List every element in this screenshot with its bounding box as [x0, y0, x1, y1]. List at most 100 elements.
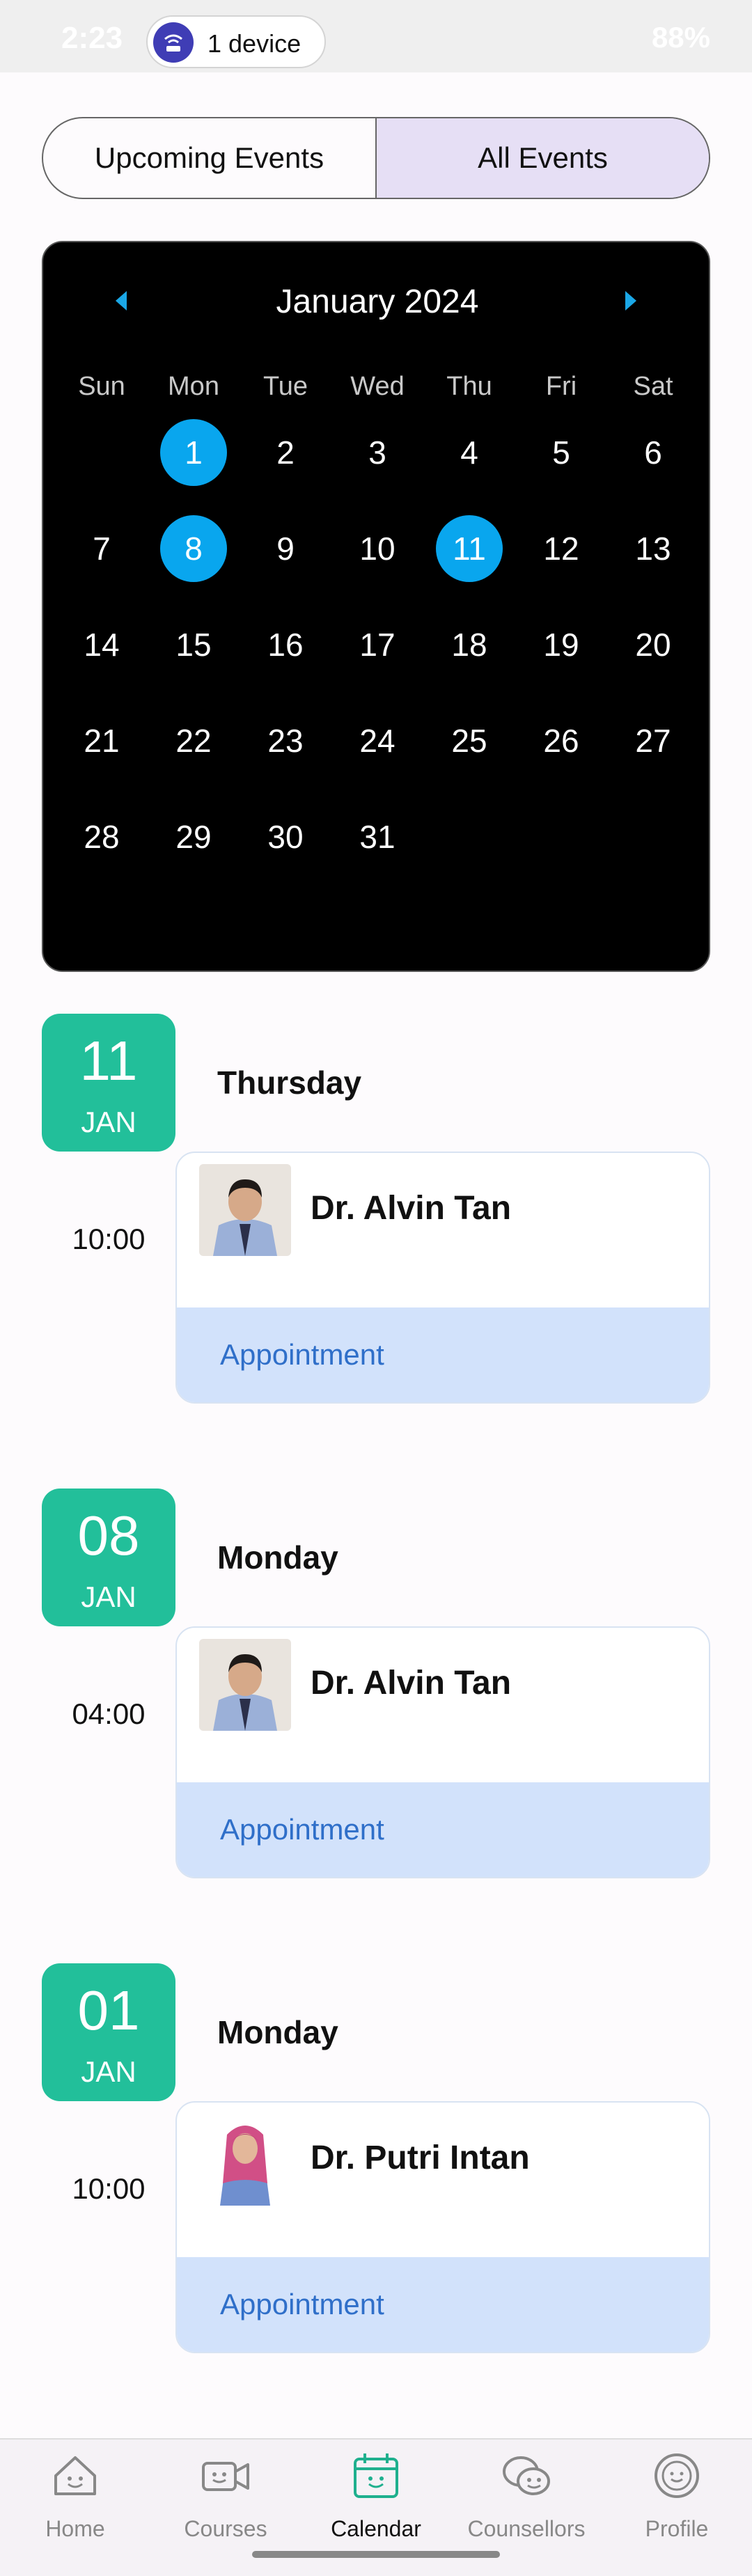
calendar-day-number: 3 [368, 434, 386, 471]
event-day-number: 11 [79, 1030, 138, 1092]
status-bar: 2:23 1 device 88% [0, 0, 752, 72]
weekday-label: Sat [633, 372, 673, 401]
calendar-day[interactable]: 9 [240, 515, 331, 611]
upcoming-events-tab[interactable]: Upcoming Events [43, 118, 375, 198]
calendar-day[interactable]: 30 [240, 803, 331, 900]
event-weekday: Thursday [217, 1065, 362, 1101]
next-month-icon[interactable] [625, 291, 636, 311]
nav-home[interactable]: Home [0, 2440, 150, 2551]
appointment-card[interactable]: Dr. Putri Intan Appointment [175, 2101, 710, 2353]
event-date-badge: 11 JAN [42, 1014, 175, 1152]
calendar-day[interactable]: 6 [607, 419, 699, 515]
calendar-day[interactable]: 13 [607, 515, 699, 611]
nav-profile[interactable]: Profile [602, 2440, 752, 2551]
nav-counsellors[interactable]: Counsellors [451, 2440, 602, 2551]
calendar-day[interactable]: 22 [148, 707, 240, 803]
calendar-day-number: 27 [635, 723, 671, 759]
calendar-day-number: 17 [359, 627, 395, 663]
calendar-day[interactable]: 11 [423, 515, 515, 611]
calendar-day-number: 14 [84, 627, 120, 663]
home-indicator[interactable] [252, 2551, 500, 2558]
appointment-type-bar: Appointment [177, 1307, 709, 1402]
status-time: 2:23 [61, 21, 123, 55]
calendar-day-number: 2 [276, 434, 295, 471]
calendar-day[interactable]: 14 [56, 611, 148, 707]
calendar-day-number: 23 [267, 723, 304, 759]
calendar-day[interactable]: 12 [515, 515, 607, 611]
event-date-badge: 01 JAN [42, 1963, 175, 2101]
doctor-name: Dr. Alvin Tan [311, 1665, 512, 1702]
profile-face-icon [652, 2451, 702, 2501]
calendar-day-number: 31 [359, 819, 395, 855]
weekday-header: Sun Mon Tue Wed Thu Fri Sat [43, 372, 712, 402]
calendar-day[interactable]: 31 [331, 803, 423, 900]
calendar-day-number: 22 [175, 723, 212, 759]
event-time: 04:00 [72, 1697, 146, 1730]
calendar-day[interactable]: 10 [331, 515, 423, 611]
calendar-day[interactable]: 3 [331, 419, 423, 515]
calendar-day[interactable]: 26 [515, 707, 607, 803]
calendar-day-number: 24 [359, 723, 395, 759]
calendar-day[interactable]: 16 [240, 611, 331, 707]
appointment-card[interactable]: Dr. Alvin Tan Appointment [175, 1626, 710, 1878]
calendar-day-number: 9 [276, 531, 295, 567]
calendar-day-number: 8 [160, 515, 227, 582]
calendar-day[interactable]: 4 [423, 419, 515, 515]
appointment-type-bar: Appointment [177, 2257, 709, 2352]
event-month: JAN [81, 1580, 136, 1613]
weekday-label: Mon [168, 372, 219, 401]
nav-courses[interactable]: Courses [150, 2440, 301, 2551]
calendar-day-number: 29 [175, 819, 212, 855]
calendar-day[interactable]: 25 [423, 707, 515, 803]
doctor-avatar [199, 1639, 291, 1731]
calendar-day[interactable]: 17 [331, 611, 423, 707]
weekday-label: Wed [350, 372, 405, 401]
calendar-day-number: 12 [543, 531, 579, 567]
calendar-day[interactable]: 23 [240, 707, 331, 803]
calendar-day[interactable]: 19 [515, 611, 607, 707]
calendar-day-number: 25 [451, 723, 487, 759]
weekday-label: Thu [446, 372, 492, 401]
appointment-type-label: Appointment [220, 1338, 384, 1371]
calendar-blank-cell [56, 419, 148, 515]
event-item: 08 JAN Monday 04:00 Dr. Alvin Tan Appoin… [0, 1489, 752, 1934]
calendar-day[interactable]: 2 [240, 419, 331, 515]
events-filter-toggle: Upcoming Events All Events [42, 117, 710, 199]
calendar-day-grid: 1 2 3 4 5 6 7 8 9 10 11 12 13 14 15 16 17 18 19 20 21 22 23 24 2… [56, 419, 699, 900]
all-events-tab[interactable]: All Events [375, 118, 709, 198]
event-month: JAN [81, 1106, 136, 1138]
appointment-card[interactable]: Dr. Alvin Tan Appointment [175, 1152, 710, 1404]
calendar-day[interactable]: 24 [331, 707, 423, 803]
device-pill[interactable]: 1 device [146, 15, 326, 68]
calendar-day[interactable]: 18 [423, 611, 515, 707]
calendar-day-number: 26 [543, 723, 579, 759]
appointment-type-bar: Appointment [177, 1782, 709, 1877]
nav-courses-label: Courses [184, 2516, 267, 2541]
calendar-day[interactable]: 8 [148, 515, 240, 611]
calendar-day[interactable]: 1 [148, 419, 240, 515]
calendar-day-number: 11 [436, 515, 503, 582]
calendar-day-number: 13 [635, 531, 671, 567]
doctor-name: Dr. Alvin Tan [311, 1190, 512, 1227]
calendar-day[interactable]: 27 [607, 707, 699, 803]
doctor-avatar [199, 2114, 291, 2206]
event-item: 11 JAN Thursday 10:00 Dr. Alvin Tan Appo… [0, 1014, 752, 1459]
weekday-label: Tue [263, 372, 308, 401]
event-time: 10:00 [72, 1223, 146, 1255]
calendar-day[interactable]: 28 [56, 803, 148, 900]
calendar-day-number: 15 [175, 627, 212, 663]
calendar-day[interactable]: 5 [515, 419, 607, 515]
calendar-day-number: 6 [644, 434, 662, 471]
chat-bubbles-icon [501, 2451, 551, 2501]
calendar-day[interactable]: 15 [148, 611, 240, 707]
nav-calendar[interactable]: Calendar [301, 2440, 451, 2551]
appointment-type-label: Appointment [220, 1813, 384, 1846]
calendar-day[interactable]: 29 [148, 803, 240, 900]
event-time: 10:00 [72, 2172, 146, 2205]
calendar-month-title: January 2024 [276, 283, 479, 320]
calendar-day[interactable]: 21 [56, 707, 148, 803]
calendar-day-number: 4 [460, 434, 478, 471]
calendar-day[interactable]: 20 [607, 611, 699, 707]
calendar-day[interactable]: 7 [56, 515, 148, 611]
calendar-day-number: 7 [93, 531, 111, 567]
